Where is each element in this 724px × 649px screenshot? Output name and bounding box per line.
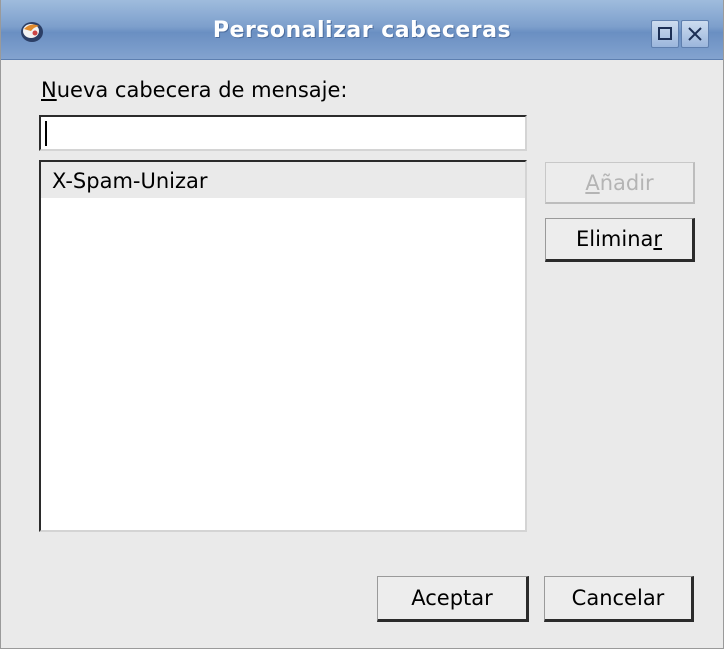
- window-title: Personalizar cabeceras: [212, 18, 512, 43]
- dialog-window: Personalizar cabeceras Nueva cabecera de…: [0, 0, 724, 649]
- remove-button[interactable]: Eliminar: [545, 218, 695, 262]
- text-cursor: [45, 121, 47, 146]
- add-button-label: ñadir: [599, 170, 654, 195]
- maximize-button[interactable]: [651, 20, 679, 48]
- cancel-button[interactable]: Cancelar: [544, 576, 694, 622]
- new-header-label: Nueva cabecera de mensaje:: [41, 78, 347, 102]
- new-header-input[interactable]: [39, 115, 527, 151]
- add-button[interactable]: Añadir: [545, 162, 695, 204]
- accept-button[interactable]: Aceptar: [377, 576, 529, 622]
- new-header-label-text: ueva cabecera de mensaje:: [56, 78, 348, 102]
- title-bar[interactable]: Personalizar cabeceras: [1, 0, 723, 60]
- add-button-mnemonic: A: [585, 170, 600, 195]
- remove-button-mnemonic: r: [653, 227, 663, 251]
- app-logo-icon[interactable]: [19, 18, 45, 44]
- close-button[interactable]: [681, 20, 709, 48]
- maximize-icon: [658, 27, 672, 40]
- remove-button-label: Elimina: [575, 227, 654, 251]
- list-item[interactable]: X-Spam-Unizar: [41, 162, 525, 198]
- new-header-label-mnemonic: N: [41, 78, 57, 102]
- header-list[interactable]: X-Spam-Unizar: [39, 160, 527, 532]
- close-icon: [688, 27, 702, 41]
